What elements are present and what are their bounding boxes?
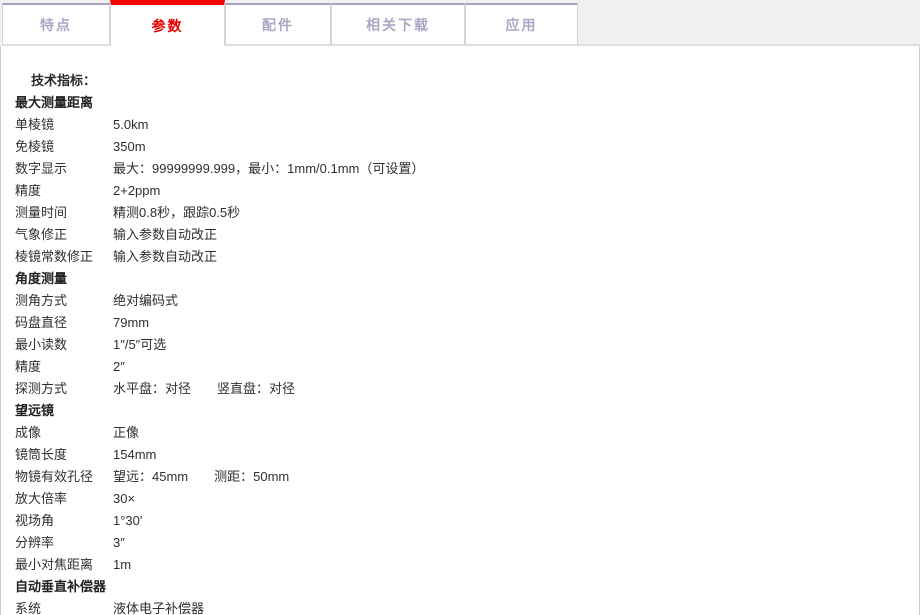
spec-value: 输入参数自动改正 (113, 224, 899, 246)
spec-value: 3″ (113, 532, 899, 554)
spec-label: 单棱镜 (15, 114, 113, 136)
spec-row: 视场角1°30' (15, 510, 899, 532)
tab-bar-filler (578, 0, 920, 46)
spec-value: 输入参数自动改正 (113, 246, 899, 268)
spec-row: 测角方式绝对编码式 (15, 290, 899, 312)
spec-row: 最小对焦距离1m (15, 554, 899, 576)
spec-value: 2″ (113, 356, 899, 378)
section-heading: 望远镜 (15, 400, 899, 422)
tab-4[interactable]: 相关下载 (331, 3, 465, 46)
spec-row: 测量时间精测0.8秒，跟踪0.5秒 (15, 202, 899, 224)
spec-label: 成像 (15, 422, 113, 444)
spec-value: 液体电子补偿器 (113, 598, 899, 615)
spec-panel: 技术指标： 最大测量距离单棱镜5.0km免棱镜350m数字显示最大：999999… (0, 46, 920, 615)
spec-label: 棱镜常数修正 (15, 246, 113, 268)
spec-row: 物镜有效孔径望远：45mm 测距：50mm (15, 466, 899, 488)
spec-label: 测角方式 (15, 290, 113, 312)
spec-row: 最小读数1″/5″可选 (15, 334, 899, 356)
spec-value: 1°30' (113, 510, 899, 532)
spec-row: 探测方式水平盘：对径 竖直盘：对径 (15, 378, 899, 400)
spec-row: 成像正像 (15, 422, 899, 444)
spec-row: 精度2″ (15, 356, 899, 378)
spec-label: 视场角 (15, 510, 113, 532)
spec-row: 系统液体电子补偿器 (15, 598, 899, 615)
section-heading: 角度测量 (15, 268, 899, 290)
spec-value: 2+2ppm (113, 180, 899, 202)
spec-label: 精度 (15, 356, 113, 378)
tech-spec-title: 技术指标： (31, 70, 899, 92)
spec-row: 单棱镜5.0km (15, 114, 899, 136)
spec-list: 最大测量距离单棱镜5.0km免棱镜350m数字显示最大：99999999.999… (15, 92, 899, 615)
spec-row: 分辨率3″ (15, 532, 899, 554)
tab-bar: 特点参数配件相关下载应用 (0, 0, 920, 46)
spec-label: 最小读数 (15, 334, 113, 356)
spec-value: 最大：99999999.999，最小：1mm/0.1mm（可设置） (113, 158, 899, 180)
spec-value: 水平盘：对径 竖直盘：对径 (113, 378, 899, 400)
spec-value: 1″/5″可选 (113, 334, 899, 356)
spec-value: 精测0.8秒，跟踪0.5秒 (113, 202, 899, 224)
spec-row: 放大倍率30× (15, 488, 899, 510)
spec-value: 望远：45mm 测距：50mm (113, 466, 899, 488)
product-spec-page: 特点参数配件相关下载应用 技术指标： 最大测量距离单棱镜5.0km免棱镜350m… (0, 0, 920, 615)
section-heading: 最大测量距离 (15, 92, 899, 114)
spec-label: 测量时间 (15, 202, 113, 224)
spec-value: 30× (113, 488, 899, 510)
spec-label: 分辨率 (15, 532, 113, 554)
spec-label: 数字显示 (15, 158, 113, 180)
tab-2-active[interactable]: 参数 (110, 0, 225, 46)
spec-row: 镜筒长度154mm (15, 444, 899, 466)
spec-row: 棱镜常数修正输入参数自动改正 (15, 246, 899, 268)
tab-5[interactable]: 应用 (465, 3, 578, 46)
spec-value: 正像 (113, 422, 899, 444)
spec-row: 免棱镜350m (15, 136, 899, 158)
spec-label: 放大倍率 (15, 488, 113, 510)
spec-label: 系统 (15, 598, 113, 615)
spec-label: 气象修正 (15, 224, 113, 246)
section-heading: 自动垂直补偿器 (15, 576, 899, 598)
spec-row: 气象修正输入参数自动改正 (15, 224, 899, 246)
tab-1[interactable]: 特点 (2, 3, 110, 46)
spec-value: 79mm (113, 312, 899, 334)
spec-label: 镜筒长度 (15, 444, 113, 466)
spec-value: 1m (113, 554, 899, 576)
spec-label: 探测方式 (15, 378, 113, 400)
spec-row: 码盘直径79mm (15, 312, 899, 334)
spec-row: 精度2+2ppm (15, 180, 899, 202)
spec-value: 绝对编码式 (113, 290, 899, 312)
spec-label: 码盘直径 (15, 312, 113, 334)
spec-label: 物镜有效孔径 (15, 466, 113, 488)
spec-label: 精度 (15, 180, 113, 202)
spec-row: 数字显示最大：99999999.999，最小：1mm/0.1mm（可设置） (15, 158, 899, 180)
spec-label: 免棱镜 (15, 136, 113, 158)
spec-value: 5.0km (113, 114, 899, 136)
spec-label: 最小对焦距离 (15, 554, 113, 576)
tab-3[interactable]: 配件 (225, 3, 331, 46)
spec-value: 350m (113, 136, 899, 158)
spec-value: 154mm (113, 444, 899, 466)
